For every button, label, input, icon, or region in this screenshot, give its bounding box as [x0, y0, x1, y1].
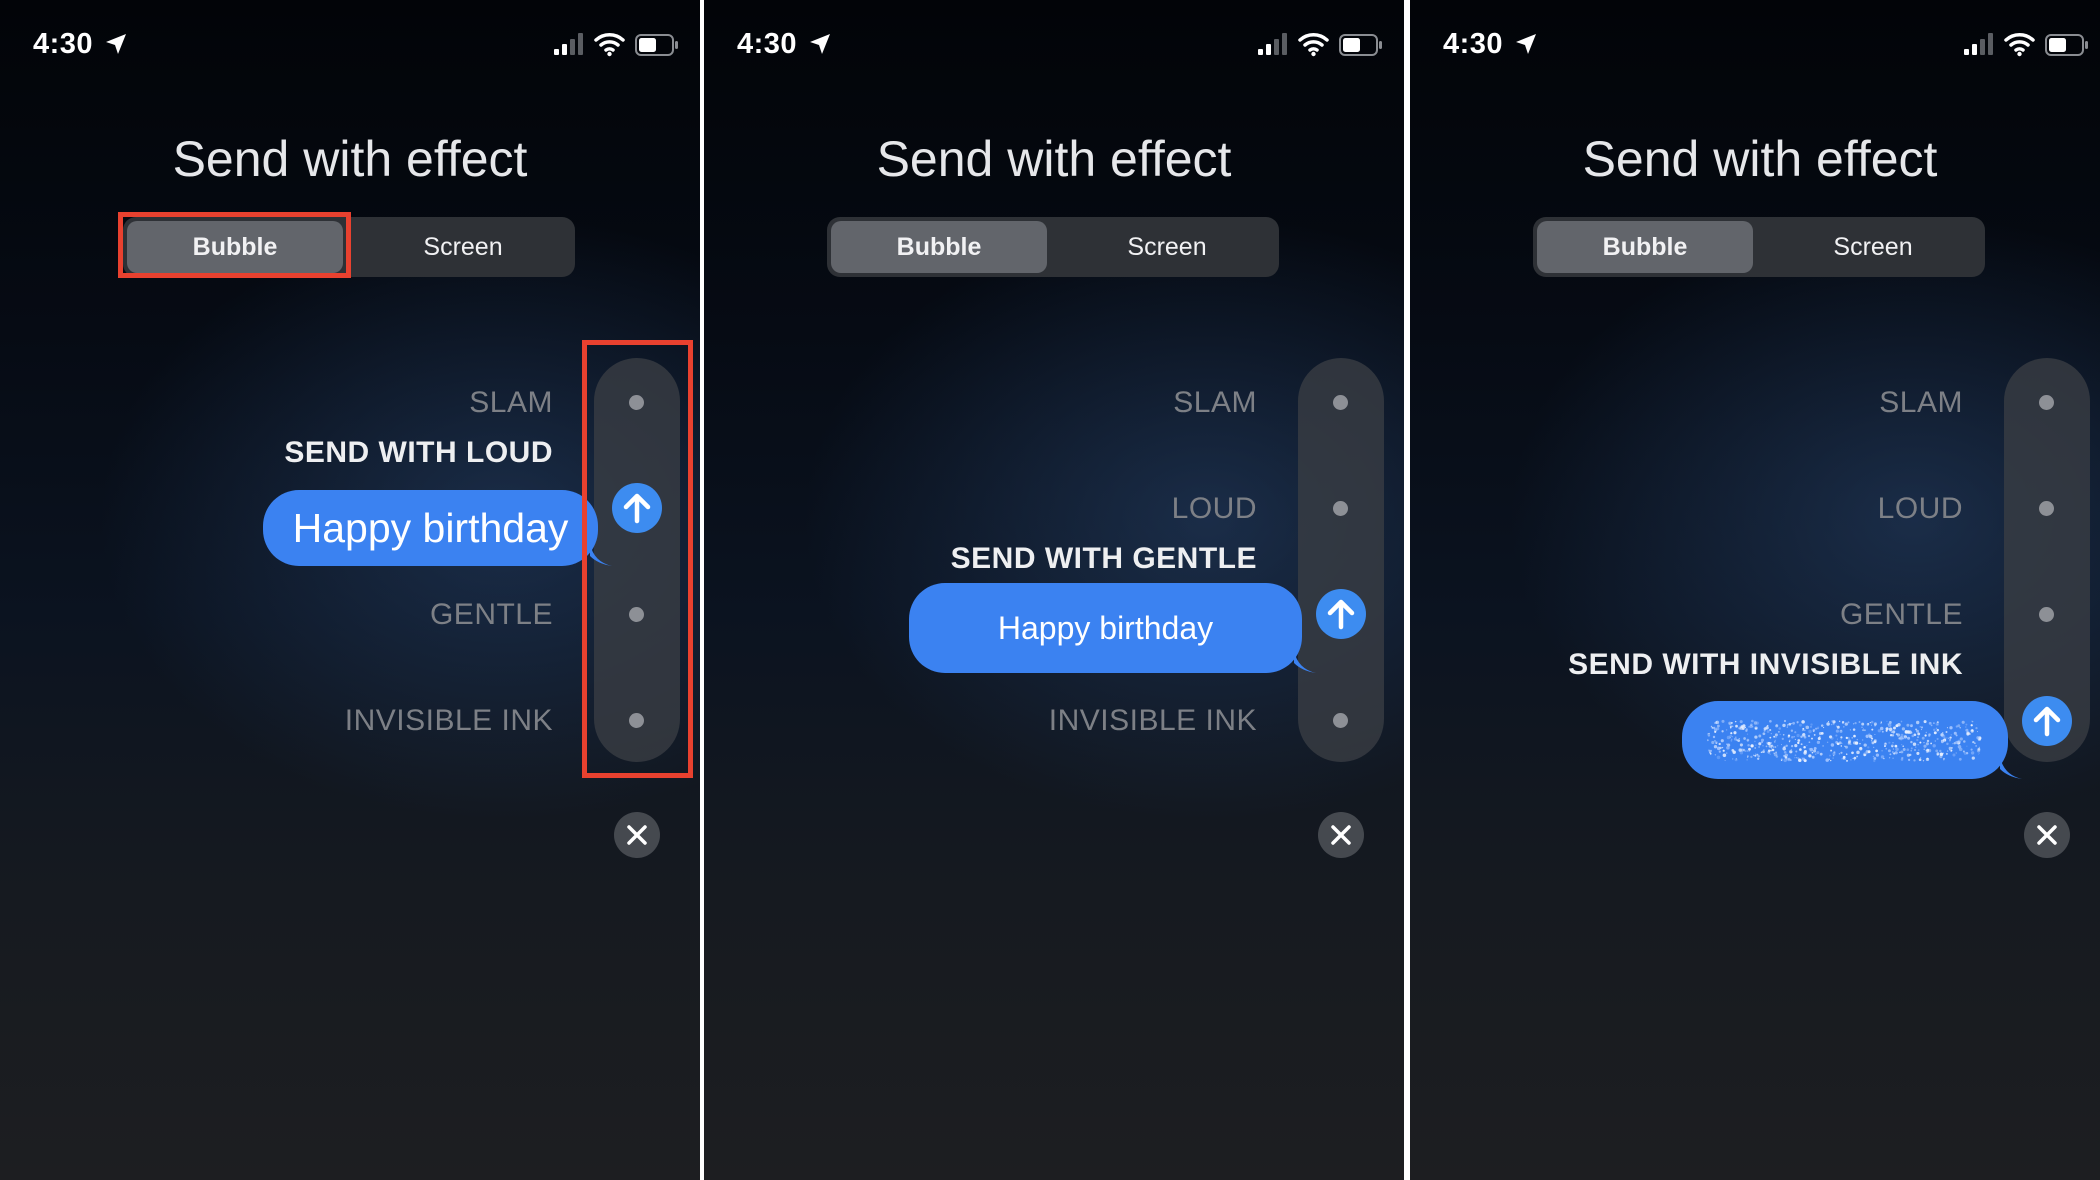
tab-screen[interactable]: Screen: [355, 221, 571, 273]
close-icon: [1331, 825, 1351, 845]
message-bubble: Happy birthday: [909, 583, 1316, 673]
effect-label-invisible-ink-selected: SEND WITH INVISIBLE INK: [1568, 648, 1963, 681]
page-title: Send with effect: [172, 131, 528, 187]
arrow-up-icon: [1327, 599, 1355, 630]
effect-label-loud[interactable]: LOUD: [1878, 492, 1963, 526]
effect-panel-gentle: 4:30 Send with effect Bubble Screen SLAM…: [704, 0, 1404, 1180]
cellular-signal-icon: [554, 33, 583, 55]
message-bubble-invisible-ink: [1682, 701, 2022, 779]
wifi-icon: [594, 33, 625, 57]
close-button[interactable]: [1318, 812, 1364, 858]
tab-bubble[interactable]: Bubble: [1537, 221, 1753, 273]
effect-option-dot-loud[interactable]: [1333, 501, 1348, 516]
send-button[interactable]: [1316, 589, 1366, 639]
status-time: 4:30: [737, 28, 798, 60]
effect-label-slam[interactable]: SLAM: [1173, 386, 1257, 420]
effect-label-invisible-ink[interactable]: INVISIBLE INK: [345, 704, 553, 738]
effect-label-invisible-ink[interactable]: INVISIBLE INK: [1049, 704, 1257, 738]
send-button[interactable]: [2022, 696, 2072, 746]
effect-label-gentle[interactable]: GENTLE: [430, 598, 553, 632]
location-arrow-icon: [1516, 34, 1536, 54]
effect-slider-track[interactable]: [1298, 358, 1384, 762]
effect-label-loud-selected: SEND WITH LOUD: [284, 436, 553, 469]
effect-option-dot-gentle[interactable]: [2039, 607, 2054, 622]
effect-label-loud[interactable]: LOUD: [1172, 492, 1257, 526]
effect-type-segmented-control: Bubble Screen: [1533, 217, 1985, 277]
message-text: Happy birthday: [997, 610, 1214, 646]
effect-option-dot-slam[interactable]: [2039, 395, 2054, 410]
effect-panel-loud: 4:30 Send with effect Bubble Screen SLAM…: [0, 0, 700, 1180]
tab-bubble[interactable]: Bubble: [831, 221, 1047, 273]
effect-label-gentle[interactable]: GENTLE: [1840, 598, 1963, 632]
page-title: Send with effect: [876, 131, 1232, 187]
effect-panel-invisible-ink: 4:30 Send with effect Bubble Screen SLAM…: [1410, 0, 2100, 1180]
wifi-icon: [2004, 33, 2035, 57]
wifi-icon: [1298, 33, 1329, 57]
effect-option-dot-invisible-ink[interactable]: [1333, 713, 1348, 728]
effect-type-segmented-control: Bubble Screen: [827, 217, 1279, 277]
effect-option-dot-loud[interactable]: [2039, 501, 2054, 516]
tab-screen[interactable]: Screen: [1765, 221, 1981, 273]
close-button[interactable]: [2024, 812, 2070, 858]
battery-icon: [2045, 34, 2088, 56]
cellular-signal-icon: [1964, 33, 1993, 55]
effect-label-slam[interactable]: SLAM: [1879, 386, 1963, 420]
close-icon: [627, 825, 647, 845]
battery-icon: [635, 34, 678, 56]
location-arrow-icon: [810, 34, 830, 54]
highlight-box-effect-slider: [582, 340, 693, 778]
message-text: Happy birthday: [292, 505, 569, 551]
bubble-tail: [2000, 757, 2022, 779]
battery-icon: [1339, 34, 1382, 56]
location-arrow-icon: [106, 34, 126, 54]
effect-option-dot-slam[interactable]: [1333, 395, 1348, 410]
status-time: 4:30: [1443, 28, 1504, 60]
effect-label-slam[interactable]: SLAM: [469, 386, 553, 420]
close-icon: [2037, 825, 2057, 845]
message-bubble: Happy birthday: [263, 490, 612, 566]
bubble-tail: [1294, 651, 1316, 673]
highlight-box-bubble-tab: [118, 212, 351, 278]
invisible-ink-particles: [1707, 719, 1982, 763]
effect-label-gentle-selected: SEND WITH GENTLE: [950, 542, 1257, 575]
close-button[interactable]: [614, 812, 660, 858]
page-title: Send with effect: [1582, 131, 1938, 187]
status-time: 4:30: [33, 28, 94, 60]
cellular-signal-icon: [1258, 33, 1287, 55]
tab-screen[interactable]: Screen: [1059, 221, 1275, 273]
arrow-up-icon: [2033, 706, 2061, 737]
